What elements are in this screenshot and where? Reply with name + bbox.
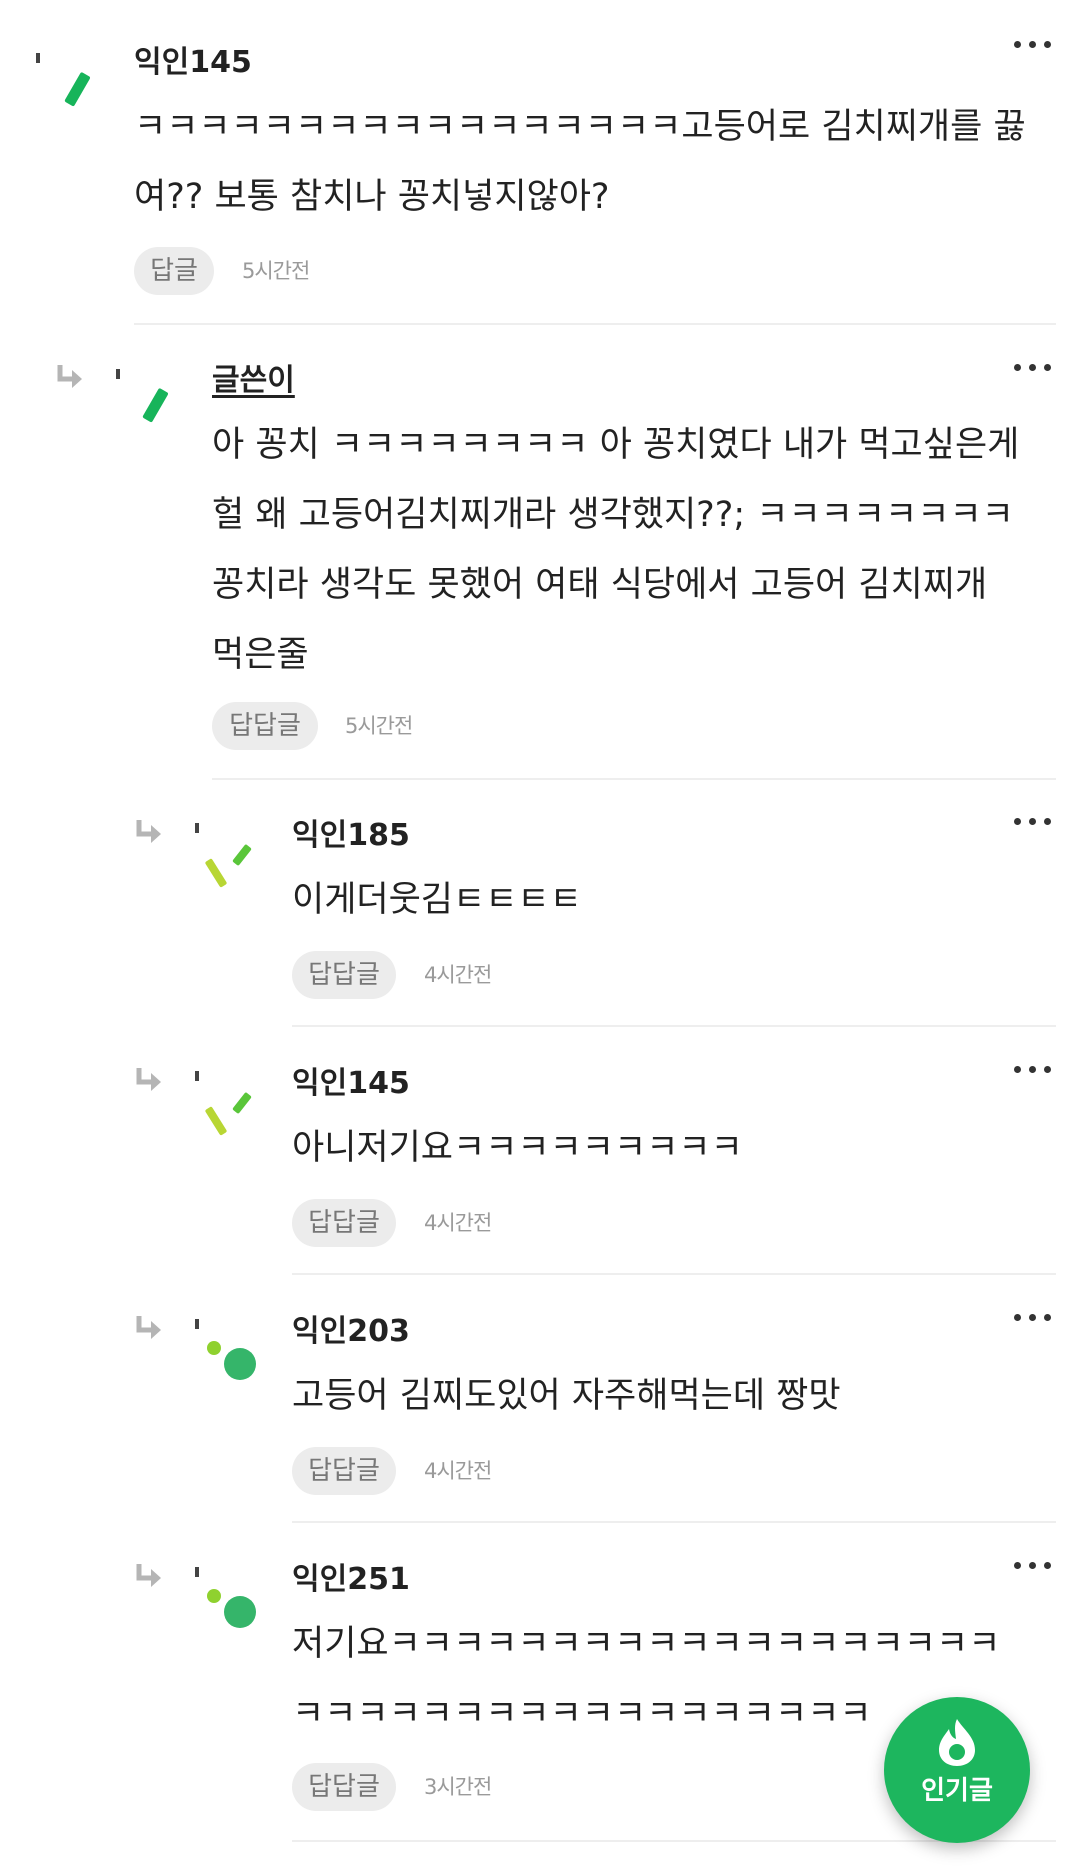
comment-time: 3시간전 bbox=[424, 1775, 492, 1799]
reply-button[interactable]: 답글 bbox=[134, 247, 214, 295]
comment-line: 여?? 보통 참치나 꽁치넣지않아? bbox=[134, 177, 610, 217]
author-nickname[interactable]: 글쓴이 bbox=[212, 361, 295, 401]
reply-arrow-icon bbox=[136, 1316, 161, 1339]
yellow-green-sticks-avatar-icon bbox=[205, 844, 252, 888]
comment-divider bbox=[212, 778, 1056, 780]
comment-nickname[interactable]: 익인145 bbox=[292, 1064, 410, 1104]
comment-marker bbox=[195, 1319, 199, 1329]
green-stick-avatar-icon bbox=[64, 72, 90, 106]
comment-nickname[interactable]: 익인251 bbox=[292, 1560, 410, 1600]
reply-arrow-icon bbox=[136, 1564, 161, 1587]
green-dots-avatar-icon bbox=[207, 1341, 256, 1380]
comment-divider bbox=[292, 1521, 1056, 1523]
comment-marker bbox=[195, 1567, 199, 1577]
comment-line: 고등어 김찌도있어 자주해먹는데 짱맛 bbox=[292, 1376, 841, 1416]
comment-time: 5시간전 bbox=[345, 714, 413, 738]
comment-body: 이게더웃김ㅌㅌㅌㅌ bbox=[292, 865, 582, 935]
comment-nickname[interactable]: 익인185 bbox=[292, 816, 410, 856]
comment-line: 헐 왜 고등어김치찌개라 생각했지??; ㅋㅋㅋㅋㅋㅋㅋㅋ bbox=[212, 495, 1014, 535]
more-options-icon[interactable] bbox=[1014, 1063, 1054, 1077]
comment-marker bbox=[195, 1071, 199, 1081]
reply-button[interactable]: 답답글 bbox=[292, 951, 396, 999]
flame-icon bbox=[939, 1719, 975, 1766]
comment-marker bbox=[116, 369, 120, 379]
green-stick-avatar-icon bbox=[142, 388, 168, 422]
comment-line: 아 꽁치 ㅋㅋㅋㅋㅋㅋㅋㅋ 아 꽁치였다 내가 먹고싶은게 bbox=[212, 425, 1020, 465]
comment-marker bbox=[195, 823, 199, 833]
more-options-icon[interactable] bbox=[1014, 1311, 1054, 1325]
comment-marker bbox=[36, 53, 40, 63]
reply-button[interactable]: 답답글 bbox=[212, 702, 318, 750]
popular-posts-button[interactable]: 인기글 bbox=[884, 1697, 1030, 1843]
comment-line: ㅋㅋㅋㅋㅋㅋㅋㅋㅋㅋㅋㅋㅋㅋㅋㅋㅋ고등어로 김치찌개를 끓 bbox=[134, 107, 1026, 147]
comment-body: ㅋㅋㅋㅋㅋㅋㅋㅋㅋㅋㅋㅋㅋㅋㅋㅋㅋ고등어로 김치찌개를 끓 여?? 보통 참치나… bbox=[134, 92, 1026, 232]
green-dots-avatar-icon bbox=[207, 1589, 256, 1628]
reply-arrow-icon bbox=[136, 820, 161, 843]
comment-line: 이게더웃김ㅌㅌㅌㅌ bbox=[292, 880, 582, 920]
comment-time: 4시간전 bbox=[424, 1211, 492, 1235]
more-options-icon[interactable] bbox=[1014, 38, 1054, 52]
reply-arrow-icon bbox=[136, 1068, 161, 1091]
reply-button[interactable]: 답답글 bbox=[292, 1199, 396, 1247]
comment-time: 4시간전 bbox=[424, 1459, 492, 1483]
popular-posts-label: 인기글 bbox=[921, 1776, 993, 1806]
comment-nickname[interactable]: 익인203 bbox=[292, 1312, 410, 1352]
comment-line: 저기요ㅋㅋㅋㅋㅋㅋㅋㅋㅋㅋㅋㅋㅋㅋㅋㅋㅋㅋㅋ bbox=[292, 1624, 1001, 1664]
comment-time: 4시간전 bbox=[424, 963, 492, 987]
comment-divider bbox=[134, 323, 1056, 325]
comment-body: 저기요ㅋㅋㅋㅋㅋㅋㅋㅋㅋㅋㅋㅋㅋㅋㅋㅋㅋㅋㅋ ㅋㅋㅋㅋㅋㅋㅋㅋㅋㅋㅋㅋㅋㅋㅋㅋㅋ… bbox=[292, 1609, 1000, 1749]
reply-button[interactable]: 답답글 bbox=[292, 1763, 396, 1811]
comment-nickname[interactable]: 익인145 bbox=[134, 43, 252, 83]
comment-line: 먹은줄 bbox=[212, 635, 309, 675]
more-options-icon[interactable] bbox=[1014, 1559, 1054, 1573]
more-options-icon[interactable] bbox=[1014, 361, 1054, 375]
comment-line: 아니저기요ㅋㅋㅋㅋㅋㅋㅋㅋㅋ bbox=[292, 1128, 743, 1168]
comment-divider bbox=[292, 1025, 1056, 1027]
reply-arrow-icon bbox=[57, 365, 82, 388]
more-options-icon[interactable] bbox=[1014, 815, 1054, 829]
comment-time: 5시간전 bbox=[242, 259, 310, 283]
comment-body: 고등어 김찌도있어 자주해먹는데 짱맛 bbox=[292, 1361, 841, 1431]
reply-button[interactable]: 답답글 bbox=[292, 1447, 396, 1495]
comment-body: 아니저기요ㅋㅋㅋㅋㅋㅋㅋㅋㅋ bbox=[292, 1113, 743, 1183]
comment-divider bbox=[292, 1273, 1056, 1275]
comment-body: 아 꽁치 ㅋㅋㅋㅋㅋㅋㅋㅋ 아 꽁치였다 내가 먹고싶은게 헐 왜 고등어김치찌… bbox=[212, 410, 1019, 690]
yellow-green-sticks-avatar-icon bbox=[205, 1092, 252, 1136]
comment-line: 꽁치라 생각도 못했어 여태 식당에서 고등어 김치찌개 bbox=[212, 565, 988, 605]
